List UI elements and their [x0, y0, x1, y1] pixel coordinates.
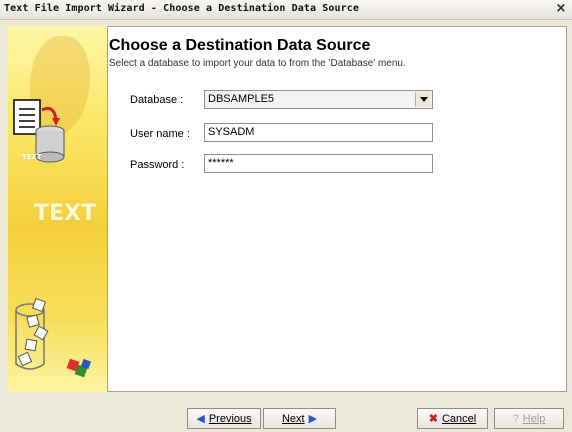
window-title: Text File Import Wizard - Choose a Desti…: [4, 3, 359, 14]
banner-text-tag: TEXT: [22, 153, 42, 161]
previous-button-label: Previous: [208, 412, 252, 425]
previous-button[interactable]: ◀ Previous: [187, 408, 261, 429]
username-field[interactable]: SYSADM: [204, 123, 433, 142]
arrow-left-icon: ◀: [196, 413, 205, 425]
database-selected-value: DBSAMPLE5: [208, 93, 275, 105]
arrow-right-icon: ▶: [308, 413, 318, 425]
banner-text-watermark: TEXT: [34, 201, 97, 226]
cancel-button[interactable]: ✖ Cancel: [417, 408, 488, 429]
title-bar[interactable]: Text File Import Wizard - Choose a Desti…: [0, 0, 572, 20]
question-icon: ?: [512, 412, 519, 425]
next-button-label: Next: [281, 412, 305, 425]
username-label: User name :: [130, 128, 190, 140]
close-button[interactable]: ×: [554, 2, 568, 16]
database-label: Database :: [130, 94, 184, 106]
wizard-banner-image: TEXT TEXT: [8, 26, 107, 392]
help-button-label: Help: [522, 412, 546, 425]
next-button[interactable]: Next ▶: [263, 408, 336, 429]
text-file-database-icon: [13, 99, 65, 163]
wizard-window: Text File Import Wizard - Choose a Desti…: [0, 0, 572, 432]
help-button[interactable]: ? Help: [494, 408, 564, 429]
chevron-down-icon[interactable]: [415, 92, 431, 107]
page-subtitle: Select a database to import your data to…: [109, 58, 406, 69]
page-title: Choose a Destination Data Source: [109, 37, 371, 54]
content-panel: [107, 26, 567, 392]
x-icon: ✖: [428, 413, 438, 425]
cancel-button-label: Cancel: [441, 412, 477, 425]
database-select[interactable]: DBSAMPLE5: [204, 90, 433, 109]
password-label: Password :: [130, 159, 185, 171]
tools-illustration-icon: [15, 297, 92, 378]
password-field[interactable]: ******: [204, 154, 433, 173]
